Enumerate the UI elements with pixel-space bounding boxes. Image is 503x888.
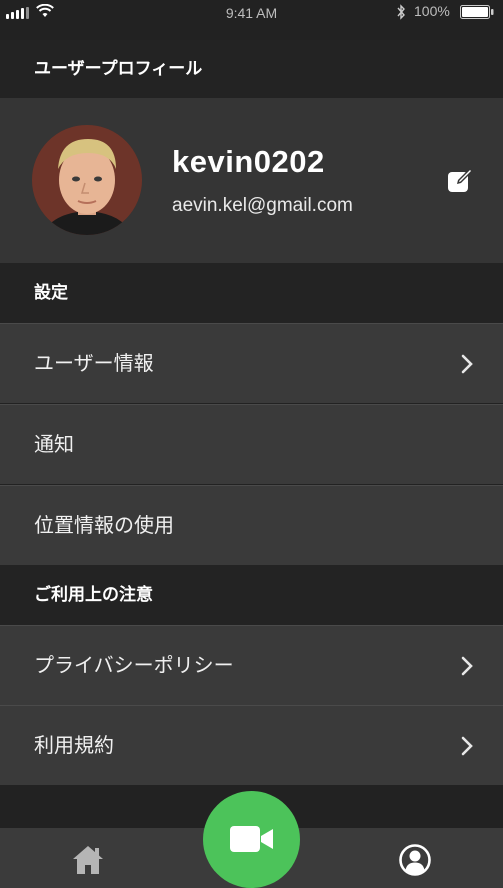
profile-username: kevin0202	[172, 144, 325, 179]
profile-section-header: ユーザープロフィール	[0, 40, 503, 98]
profile-email: aevin.kel@gmail.com	[172, 195, 353, 216]
terms-section-header: ご利用上の注意	[0, 565, 503, 625]
home-icon	[73, 846, 103, 874]
battery-icon	[460, 5, 494, 19]
user-circle-icon	[399, 844, 431, 876]
user-info-row[interactable]: ユーザー情報	[0, 323, 503, 403]
row-label: 利用規約	[34, 735, 114, 757]
row-label: 通知	[34, 434, 74, 456]
tab-profile[interactable]	[398, 843, 432, 877]
status-bar: 9:41 AM 100%	[0, 0, 503, 26]
avatar	[32, 125, 142, 235]
video-call-button[interactable]	[203, 791, 300, 888]
terms-of-use-row[interactable]: 利用規約	[0, 705, 503, 785]
video-camera-icon	[230, 826, 273, 852]
privacy-policy-row[interactable]: プライバシーポリシー	[0, 625, 503, 705]
tab-home[interactable]	[70, 843, 106, 877]
row-label: ユーザー情報	[34, 353, 154, 375]
row-label: プライバシーポリシー	[34, 655, 234, 677]
settings-section-header: 設定	[0, 263, 503, 323]
chevron-right-icon	[461, 656, 473, 676]
location-usage-row[interactable]: 位置情報の使用	[0, 485, 503, 565]
chevron-right-icon	[461, 736, 473, 756]
edit-icon	[448, 168, 473, 192]
battery-percent: 100%	[414, 3, 450, 19]
bluetooth-icon	[397, 4, 405, 20]
edit-profile-button[interactable]	[446, 166, 476, 194]
chevron-right-icon	[461, 354, 473, 374]
notification-row[interactable]: 通知	[0, 404, 503, 484]
row-label: 位置情報の使用	[34, 515, 174, 537]
